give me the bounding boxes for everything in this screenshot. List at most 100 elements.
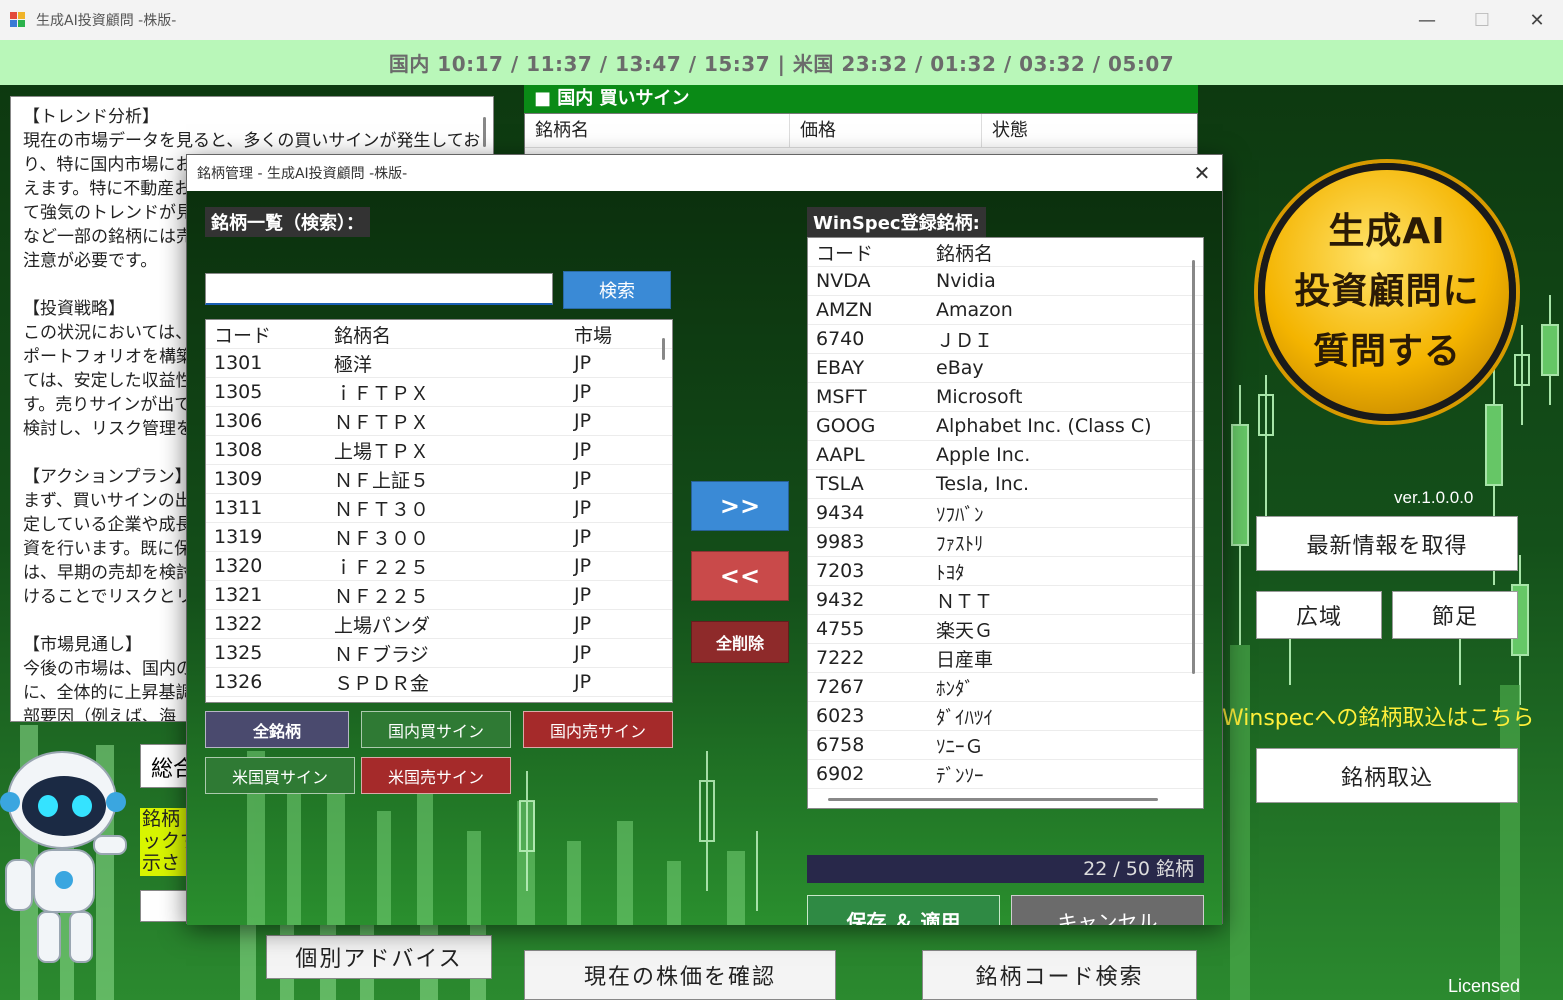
stock-list-row[interactable]: 1325 ＮＦブラジ JP: [206, 639, 672, 668]
stock-list-vscroll[interactable]: [662, 338, 665, 360]
import-stocks-button[interactable]: 銘柄取込: [1256, 748, 1518, 803]
registered-list-row[interactable]: AMZN Amazon: [808, 296, 1203, 325]
badge-line: 投資顧問に: [1294, 271, 1480, 312]
registered-name: ｿﾌﾊﾞﾝ: [936, 503, 984, 526]
registered-list-header: コード 銘柄名: [808, 238, 1203, 267]
stock-list-row[interactable]: 1305 ｉＦＴＰＸ JP: [206, 378, 672, 407]
stock-list-row[interactable]: 1328ＮＦ金価格JP: [206, 697, 672, 702]
registered-stock-list[interactable]: コード 銘柄名 NVDA Nvidia AMZN Amazon 6740 ＪＤＩ EBAY e…: [807, 237, 1204, 809]
stock-list-row[interactable]: 1319 ＮＦ３００ JP: [206, 523, 672, 552]
candle-foot-button[interactable]: 節足: [1392, 591, 1518, 639]
registered-list-row[interactable]: 9432 ＮＴＴ: [808, 586, 1203, 615]
registered-list-row[interactable]: NVDA Nvidia: [808, 267, 1203, 296]
registered-code: AMZN: [816, 299, 873, 321]
stock-list-label: 銘柄一覧（検索）：: [205, 207, 370, 237]
registered-list-row[interactable]: 6758 ｿﾆｰＧ: [808, 731, 1203, 760]
check-price-button[interactable]: 現在の株価を確認: [524, 950, 836, 1000]
stock-list-row[interactable]: 1321 ＮＦ２２５ JP: [206, 581, 672, 610]
close-icon[interactable]: ✕: [1182, 155, 1222, 191]
add-to-registered-button[interactable]: >>: [691, 481, 789, 531]
filter-jp-buy-button[interactable]: 国内買サイン: [361, 711, 511, 748]
minimize-button[interactable]: —: [1400, 0, 1454, 40]
import-note: Winspecへの銘柄取込はこちら: [1222, 706, 1535, 731]
registered-list-row[interactable]: 6023 ﾀﾞｲﾊﾂｲ: [808, 702, 1203, 731]
close-window-button[interactable]: ✕: [1510, 0, 1563, 40]
buy-table-header: 銘柄名 価格 状態: [525, 113, 1197, 148]
stock-click-note: 銘柄 ックす 示さ: [140, 808, 190, 876]
stock-list[interactable]: コード 銘柄名 市場 1301 極洋 JP 1305 ｉＦＴＰＸ JP 1306 ＮＦＴＰＸ J…: [205, 319, 673, 703]
robot-mascot: [0, 751, 127, 963]
overall-button[interactable]: 総合: [140, 744, 190, 788]
column-header: 市場: [574, 324, 613, 347]
column-header: 価格: [790, 113, 982, 148]
stock-code: 1322: [214, 613, 263, 635]
clear-all-button[interactable]: 全削除: [691, 621, 789, 663]
registered-list-row[interactable]: 7203 ﾄﾖﾀ: [808, 557, 1203, 586]
stock-name: ＮＦ上証５: [334, 469, 430, 492]
ask-ai-advisor-button[interactable]: 生成AI 投資顧問に 質問する: [1258, 163, 1516, 421]
filter-us-sell-button[interactable]: 米国売サイン: [361, 757, 511, 794]
registered-list-row[interactable]: 6740 ＪＤＩ: [808, 325, 1203, 354]
wide-view-button[interactable]: 広域: [1256, 591, 1382, 639]
registered-count: 22 / 50 銘柄: [807, 855, 1204, 883]
registered-list-row[interactable]: 7222 日産車: [808, 644, 1203, 673]
stock-market: JP: [574, 381, 592, 403]
registered-code: MSFT: [816, 386, 867, 408]
remove-from-registered-button[interactable]: <<: [691, 551, 789, 601]
stock-name: ｉＦ２２５: [334, 556, 430, 579]
registered-list-row[interactable]: 7267 ﾎﾝﾀﾞ: [808, 673, 1203, 702]
registered-list-row[interactable]: AAPL Apple Inc.: [808, 441, 1203, 470]
stock-list-row[interactable]: 1309 ＮＦ上証５ JP: [206, 465, 672, 494]
registered-list-row[interactable]: EBAY eBay: [808, 354, 1203, 383]
maximize-button[interactable]: ☐: [1455, 0, 1509, 40]
registered-list-row[interactable]: 4755 楽天Ｇ: [808, 615, 1203, 644]
search-input[interactable]: [205, 273, 553, 305]
individual-advice-button[interactable]: 個別アドバイス: [266, 935, 492, 979]
stock-market: JP: [574, 526, 592, 548]
fetch-latest-button[interactable]: 最新情報を取得: [1256, 516, 1518, 571]
registered-name: Nvidia: [936, 270, 996, 292]
stock-market: JP: [574, 352, 592, 374]
stock-market: JP: [566, 700, 646, 702]
stock-market: JP: [574, 671, 592, 693]
version-label: ver.1.0.0.0: [1394, 488, 1474, 507]
stock-list-row[interactable]: 1311 ＮＦＴ３０ JP: [206, 494, 672, 523]
analysis-scrollbar[interactable]: [483, 117, 486, 147]
stock-name: ＮＦブラジ: [334, 643, 429, 666]
registered-list-row[interactable]: MSFT Microsoft: [808, 383, 1203, 412]
registered-list-row[interactable]: 9434 ｿﾌﾊﾞﾝ: [808, 499, 1203, 528]
stock-list-row[interactable]: 1322 上場パンダ JP: [206, 610, 672, 639]
registered-list-hscroll[interactable]: [828, 798, 1158, 801]
stock-list-row[interactable]: 1306 ＮＦＴＰＸ JP: [206, 407, 672, 436]
registered-list-row[interactable]: GOOG Alphabet Inc. (Class C): [808, 412, 1203, 441]
stock-market: JP: [574, 410, 592, 432]
stock-code: 1305: [214, 381, 263, 403]
code-search-button[interactable]: 銘柄コード検索: [922, 950, 1197, 1000]
registered-name: ﾎﾝﾀﾞ: [936, 677, 975, 700]
stock-code: 1328: [206, 700, 326, 702]
stock-name: ＮＦＴＰＸ: [334, 411, 430, 434]
small-input[interactable]: [140, 890, 190, 922]
stock-list-row[interactable]: 1308 上場ＴＰＸ JP: [206, 436, 672, 465]
save-apply-button[interactable]: 保存 ＆ 適用: [807, 895, 1000, 925]
search-button[interactable]: 検索: [563, 271, 671, 309]
registered-code: 9983: [816, 531, 865, 553]
registered-list-row[interactable]: 9983 ﾌｧｽﾄﾘ: [808, 528, 1203, 557]
badge-line: 生成AI: [1328, 211, 1446, 252]
stock-market: JP: [574, 584, 592, 606]
filter-jp-sell-button[interactable]: 国内売サイン: [523, 711, 673, 748]
column-header: 銘柄名: [936, 242, 994, 265]
filter-all-button[interactable]: 全銘柄: [205, 711, 349, 748]
cancel-button[interactable]: キャンセル: [1011, 895, 1204, 925]
registered-name: ｿﾆｰＧ: [936, 735, 984, 758]
stock-code: 1320: [214, 555, 263, 577]
stock-list-row[interactable]: 1320 ｉＦ２２５ JP: [206, 552, 672, 581]
stock-list-row[interactable]: 1326 ＳＰＤＲ金 JP: [206, 668, 672, 697]
stock-list-row[interactable]: 1301 極洋 JP: [206, 349, 672, 378]
filter-us-buy-button[interactable]: 米国買サイン: [205, 757, 355, 794]
stock-name: ＮＦＴ３０: [334, 498, 430, 521]
registered-list-vscroll[interactable]: [1192, 260, 1195, 674]
registered-list-row[interactable]: 6902 ﾃﾞﾝｿｰ: [808, 760, 1203, 789]
registered-name: Tesla, Inc.: [936, 473, 1030, 495]
registered-list-row[interactable]: TSLA Tesla, Inc.: [808, 470, 1203, 499]
